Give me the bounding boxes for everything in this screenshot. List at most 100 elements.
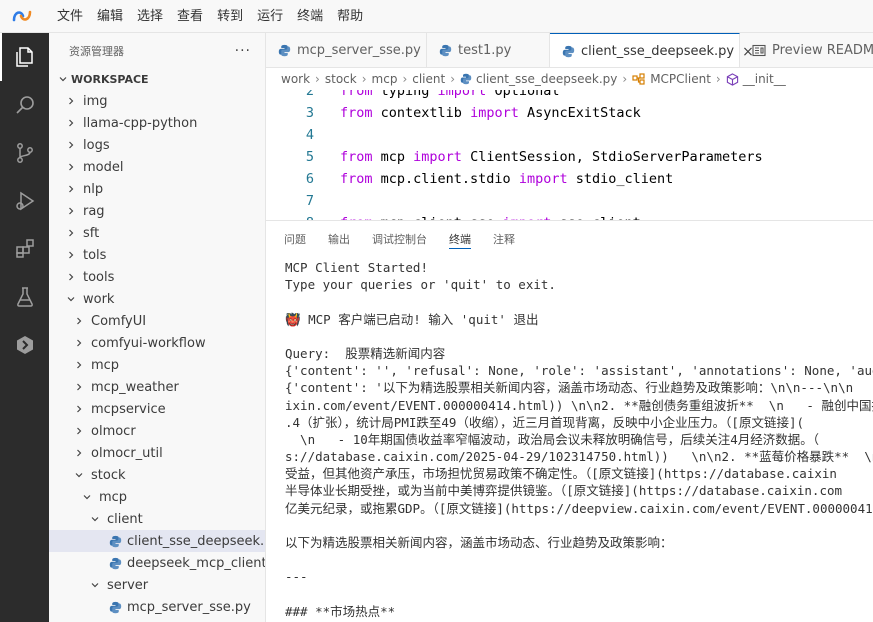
source-control-icon[interactable]: [0, 129, 49, 177]
line-number: 2: [305, 90, 314, 99]
menu-terminal[interactable]: 终端: [290, 0, 330, 33]
code-line: 3 from contextlib import AsyncExitStack: [266, 102, 641, 124]
python-file-icon: [439, 44, 452, 57]
tab-debug-console[interactable]: 调试控制台: [372, 221, 427, 257]
code-text: from mcp.client.stdio import stdio_clien…: [340, 171, 674, 187]
folder-item[interactable]: olmocr: [49, 420, 265, 442]
file-tree: img llama-cpp-python logs model nlp rag sft tol…: [49, 90, 265, 618]
breadcrumb-item[interactable]: client: [412, 72, 445, 86]
tab-problems[interactable]: 问题: [284, 221, 306, 257]
chevron-right-icon: [71, 442, 87, 464]
chevron-right-icon: [63, 266, 79, 288]
search-icon[interactable]: [0, 81, 49, 129]
breadcrumb-item[interactable]: mcp: [372, 72, 398, 86]
python-file-icon: [460, 73, 472, 85]
chevron-right-icon: [63, 156, 79, 178]
breadcrumb-item[interactable]: client_sse_deepseek.py: [476, 72, 617, 86]
tab-terminal[interactable]: 终端: [449, 221, 471, 257]
code-line: 2 from typing import Optional: [266, 90, 560, 102]
code-text: from contextlib import AsyncExitStack: [340, 105, 641, 121]
file-item[interactable]: deepseek_mcp_client_ss...: [49, 552, 265, 574]
menu-help[interactable]: 帮助: [330, 0, 370, 33]
folder-item[interactable]: client: [49, 508, 265, 530]
menu-run[interactable]: 运行: [250, 0, 290, 33]
folder-item[interactable]: llama-cpp-python: [49, 112, 265, 134]
tree-item-label: mcp: [91, 357, 120, 373]
class-symbol-icon: [632, 73, 646, 85]
folder-item[interactable]: tools: [49, 266, 265, 288]
file-item[interactable]: client_sse_deepseek.py: [49, 530, 265, 552]
chevron-right-icon: [63, 222, 79, 244]
editor-tabs: mcp_server_sse.py test1.py client_sse_de…: [266, 33, 873, 68]
line-number: 6: [305, 171, 314, 187]
tab-test1[interactable]: test1.py: [427, 33, 550, 67]
terminal-line: ### **市场热点**: [285, 603, 396, 619]
chevron-right-icon: ›: [622, 72, 628, 86]
folder-item[interactable]: sft: [49, 222, 265, 244]
tree-item-label: client_sse_deepseek.py: [127, 533, 265, 549]
terminal-line: 以下为精选股票相关新闻内容，涵盖市场动态、行业趋势及政策影响：: [285, 535, 673, 550]
folder-item[interactable]: tols: [49, 244, 265, 266]
explorer-icon[interactable]: [0, 33, 49, 81]
workspace-section[interactable]: WORKSPACE: [49, 68, 265, 90]
tab-label: client_sse_deepseek.py: [581, 44, 735, 59]
folder-item[interactable]: mcpservice: [49, 398, 265, 420]
folder-item[interactable]: mcp_weather: [49, 376, 265, 398]
remote-explorer-icon[interactable]: [0, 321, 49, 369]
more-actions-icon[interactable]: ···: [235, 43, 251, 59]
tree-item-label: rag: [83, 203, 105, 219]
folder-item[interactable]: olmocr_util: [49, 442, 265, 464]
tab-preview-readme[interactable]: Preview README: [740, 33, 873, 67]
folder-item[interactable]: rag: [49, 200, 265, 222]
chevron-right-icon: [71, 354, 87, 376]
code-line: 8from mcp.client.sse import sse_client: [266, 212, 641, 220]
chevron-right-icon: ›: [450, 72, 456, 86]
folder-item[interactable]: server: [49, 574, 265, 596]
tree-item-label: nlp: [83, 181, 104, 197]
tab-output[interactable]: 输出: [328, 221, 350, 257]
menu-file[interactable]: 文件: [50, 0, 90, 33]
folder-item[interactable]: img: [49, 90, 265, 112]
tab-client-sse-deepseek[interactable]: client_sse_deepseek.py ×: [550, 33, 754, 67]
menu-edit[interactable]: 编辑: [90, 0, 130, 33]
tree-item-label: stock: [91, 467, 126, 483]
tab-mcp-server-sse[interactable]: mcp_server_sse.py: [266, 33, 427, 67]
tab-comments[interactable]: 注释: [493, 221, 515, 257]
run-debug-icon[interactable]: [0, 177, 49, 225]
folder-item[interactable]: work: [49, 288, 265, 310]
breadcrumb-item[interactable]: __init__: [743, 72, 786, 86]
folder-item[interactable]: mcp: [49, 354, 265, 376]
python-file-icon: [562, 45, 575, 58]
folder-item[interactable]: mcp: [49, 486, 265, 508]
menu-selection[interactable]: 选择: [130, 0, 170, 33]
file-item[interactable]: mcp_server_sse.py: [49, 596, 265, 618]
breadcrumb-item[interactable]: work: [281, 72, 310, 86]
terminal-line: {'content': '以下为精选股票相关新闻内容，涵盖市场动态、行业趋势及政…: [285, 380, 854, 396]
folder-item[interactable]: logs: [49, 134, 265, 156]
tree-item-label: mcp_server_sse.py: [127, 599, 251, 615]
code-editor[interactable]: 2 from typing import Optional 3 from contex…: [266, 90, 873, 220]
breadcrumb-item[interactable]: MCPClient: [650, 72, 711, 86]
tree-item-label: work: [83, 291, 115, 307]
folder-item[interactable]: nlp: [49, 178, 265, 200]
menu-go[interactable]: 转到: [210, 0, 250, 33]
folder-item[interactable]: stock: [49, 464, 265, 486]
app-logo-icon: [8, 0, 36, 33]
python-file-icon: [278, 44, 291, 57]
chevron-right-icon: [71, 376, 87, 398]
menu-view[interactable]: 查看: [170, 0, 210, 33]
testing-icon[interactable]: [0, 273, 49, 321]
folder-item[interactable]: comfyui-workflow: [49, 332, 265, 354]
breadcrumb-item[interactable]: stock: [325, 72, 357, 86]
tree-item-label: sft: [83, 225, 100, 241]
code-text: from mcp import ClientSession, StdioServ…: [340, 149, 763, 165]
chevron-right-icon: [71, 332, 87, 354]
code-line: 5 from mcp import ClientSession, StdioSer…: [266, 146, 763, 168]
folder-item[interactable]: model: [49, 156, 265, 178]
tab-label: mcp_server_sse.py: [297, 43, 421, 58]
explorer-header: 资源管理器 ···: [49, 33, 265, 68]
terminal-output[interactable]: MCP Client Started! Type your queries or …: [285, 259, 873, 622]
folder-item[interactable]: ComfyUI: [49, 310, 265, 332]
extensions-icon[interactable]: [0, 225, 49, 273]
line-number: 4: [305, 127, 314, 143]
